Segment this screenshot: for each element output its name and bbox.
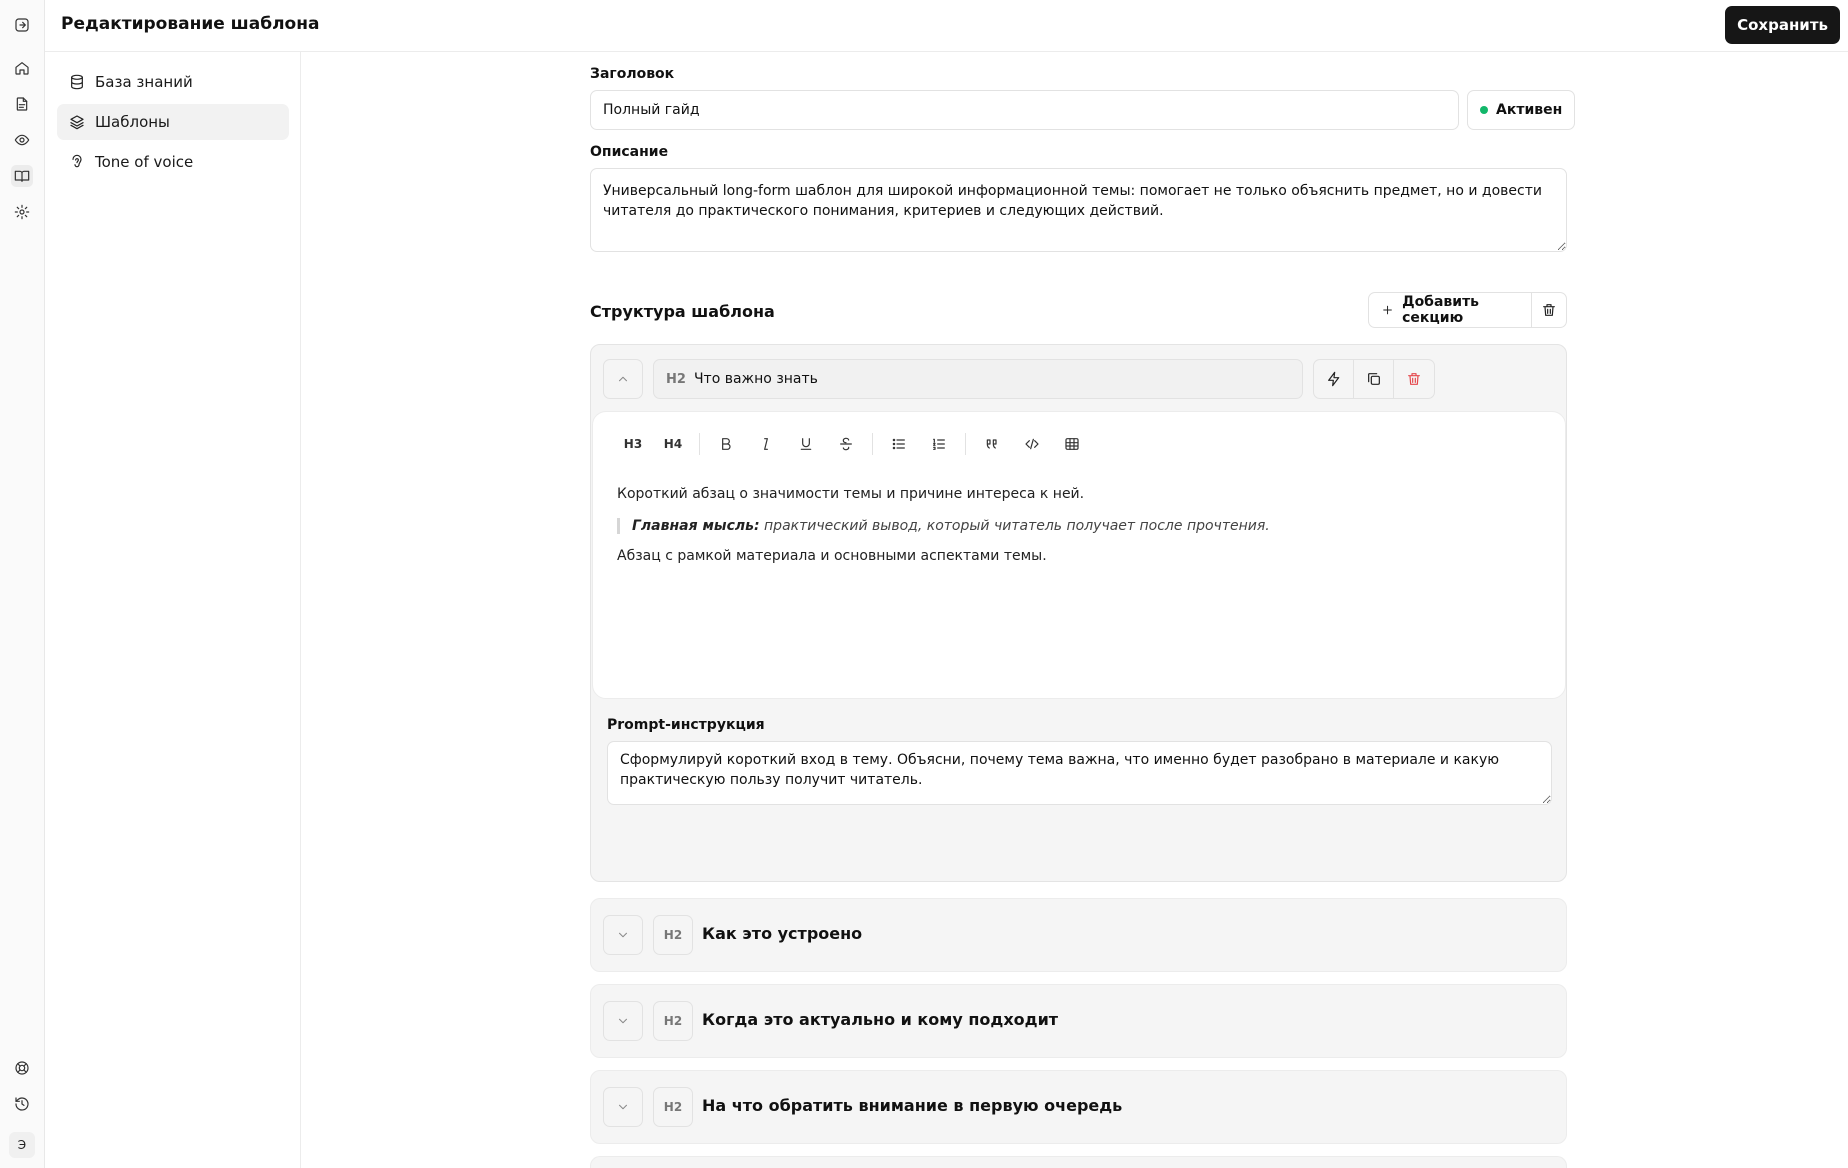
table-icon [1065,438,1079,450]
bullet-list-button[interactable] [879,430,919,458]
generate-button[interactable] [1314,360,1354,398]
section-heading-input[interactable]: H2 Что важно знать [653,359,1303,399]
expand-button[interactable] [603,1001,643,1041]
section-heading-text: Что важно знать [693,371,818,387]
title-input[interactable] [590,90,1459,130]
code-icon [1025,438,1039,450]
copy-icon [1367,373,1380,385]
heading-level-badge: H2 [653,1087,693,1127]
italic-icon [764,438,768,450]
user-avatar[interactable]: Э [9,1132,35,1158]
chevron-down-icon [618,1018,628,1024]
section-title: Когда это актуально и кому подходит [702,1010,1059,1029]
section-card-partial[interactable] [590,1156,1567,1168]
status-label: Активен [1496,102,1563,118]
expand-button[interactable] [603,1087,643,1127]
sidebar-item-knowledge-base[interactable]: База знаний [57,64,289,100]
structure-title: Структура шаблона [590,302,775,321]
bullet-list-icon [892,438,905,450]
quote-button[interactable] [972,430,1012,458]
toolbar-divider [872,433,873,455]
sidebar-item-label: Tone of voice [95,153,194,171]
prompt-label: Prompt-инструкция [607,717,765,733]
document-icon[interactable] [11,93,33,115]
expand-button[interactable] [603,915,643,955]
structure-actions: Добавить секцию [1368,292,1567,328]
description-input[interactable]: Универсальный long-form шаблон для широк… [590,168,1567,252]
delete-all-button[interactable] [1532,293,1566,327]
add-section-label: Добавить секцию [1402,294,1480,326]
editor-paragraph: Абзац с рамкой материала и основными асп… [617,548,1047,564]
bold-icon [722,438,731,450]
quote-bold-text: Главная мысль: [632,518,760,534]
chevron-down-icon [618,1104,628,1110]
section-card[interactable]: H2 Когда это актуально и кому подходит [590,984,1567,1058]
ordered-list-button[interactable] [919,430,959,458]
underline-icon [800,438,812,450]
trash-icon [1408,373,1420,385]
trash-icon [1543,304,1555,316]
chevron-up-icon [618,376,628,382]
title-label: Заголовок [590,66,675,82]
quote-text: практический вывод, который читатель пол… [759,518,1270,534]
header: Редактирование шаблона Сохранить [45,0,1848,52]
database-icon [71,74,83,90]
heading-level-badge: H2 [653,1001,693,1041]
layers-icon [70,115,84,130]
toolbar-divider [699,433,700,455]
heading-3-button[interactable]: H3 [613,430,653,458]
heading-level-badge: H2 [653,915,693,955]
strikethrough-icon [840,437,852,451]
lightning-icon [1327,371,1339,387]
editor-paragraph: Короткий абзац о значимости темы и причи… [617,486,1085,502]
italic-button[interactable] [746,430,786,458]
sidebar-item-templates[interactable]: Шаблоны [57,104,289,140]
save-button[interactable]: Сохранить [1725,6,1840,44]
section-card-expanded: H2 Что важно знать H3 H4 Короткий абзац … [590,344,1567,882]
ordered-list-icon [933,438,945,450]
quote-icon [986,439,997,449]
sidebar-item-label: База знаний [95,73,193,91]
code-button[interactable] [1012,430,1052,458]
sidebar: База знаний Шаблоны Tone of voice [45,52,301,1168]
collapse-button[interactable] [603,359,643,399]
section-card[interactable]: H2 Как это устроено [590,898,1567,972]
icon-rail: Э [0,0,45,1168]
page-title: Редактирование шаблона [61,14,320,34]
bold-button[interactable] [706,430,746,458]
heading-4-button[interactable]: H4 [653,430,693,458]
status-dot-icon [1480,106,1488,114]
book-icon[interactable] [11,165,33,187]
home-icon[interactable] [11,57,33,79]
rich-text-editor[interactable]: H3 H4 Короткий абзац о значимости темы и… [592,411,1566,699]
underline-button[interactable] [786,430,826,458]
support-icon[interactable] [11,1057,33,1079]
add-section-button[interactable]: Добавить секцию [1369,293,1532,327]
sidebar-item-tone-of-voice[interactable]: Tone of voice [57,144,289,180]
duplicate-button[interactable] [1354,360,1394,398]
status-toggle[interactable]: Активен [1467,90,1576,130]
prompt-input[interactable]: Сформулируй короткий вход в тему. Объясн… [607,741,1552,805]
settings-icon[interactable] [11,201,33,223]
exit-icon[interactable] [11,14,33,36]
section-title: Как это устроено [702,924,863,943]
section-title: На что обратить внимание в первую очеред… [702,1096,1123,1115]
chevron-down-icon [618,932,628,938]
strikethrough-button[interactable] [826,430,866,458]
history-icon[interactable] [11,1093,33,1115]
section-card[interactable]: H2 На что обратить внимание в первую оче… [590,1070,1567,1144]
description-label: Описание [590,144,669,160]
eye-icon[interactable] [11,129,33,151]
delete-section-button[interactable] [1394,360,1434,398]
sidebar-item-label: Шаблоны [95,113,170,131]
editor-toolbar: H3 H4 [613,430,1092,458]
editor-blockquote: Главная мысль: практический вывод, котор… [617,518,1270,534]
section-actions [1313,359,1435,399]
table-button[interactable] [1052,430,1092,458]
plus-icon [1383,305,1392,315]
voice-icon [72,154,82,168]
heading-level: H2 [666,371,686,387]
toolbar-divider [965,433,966,455]
